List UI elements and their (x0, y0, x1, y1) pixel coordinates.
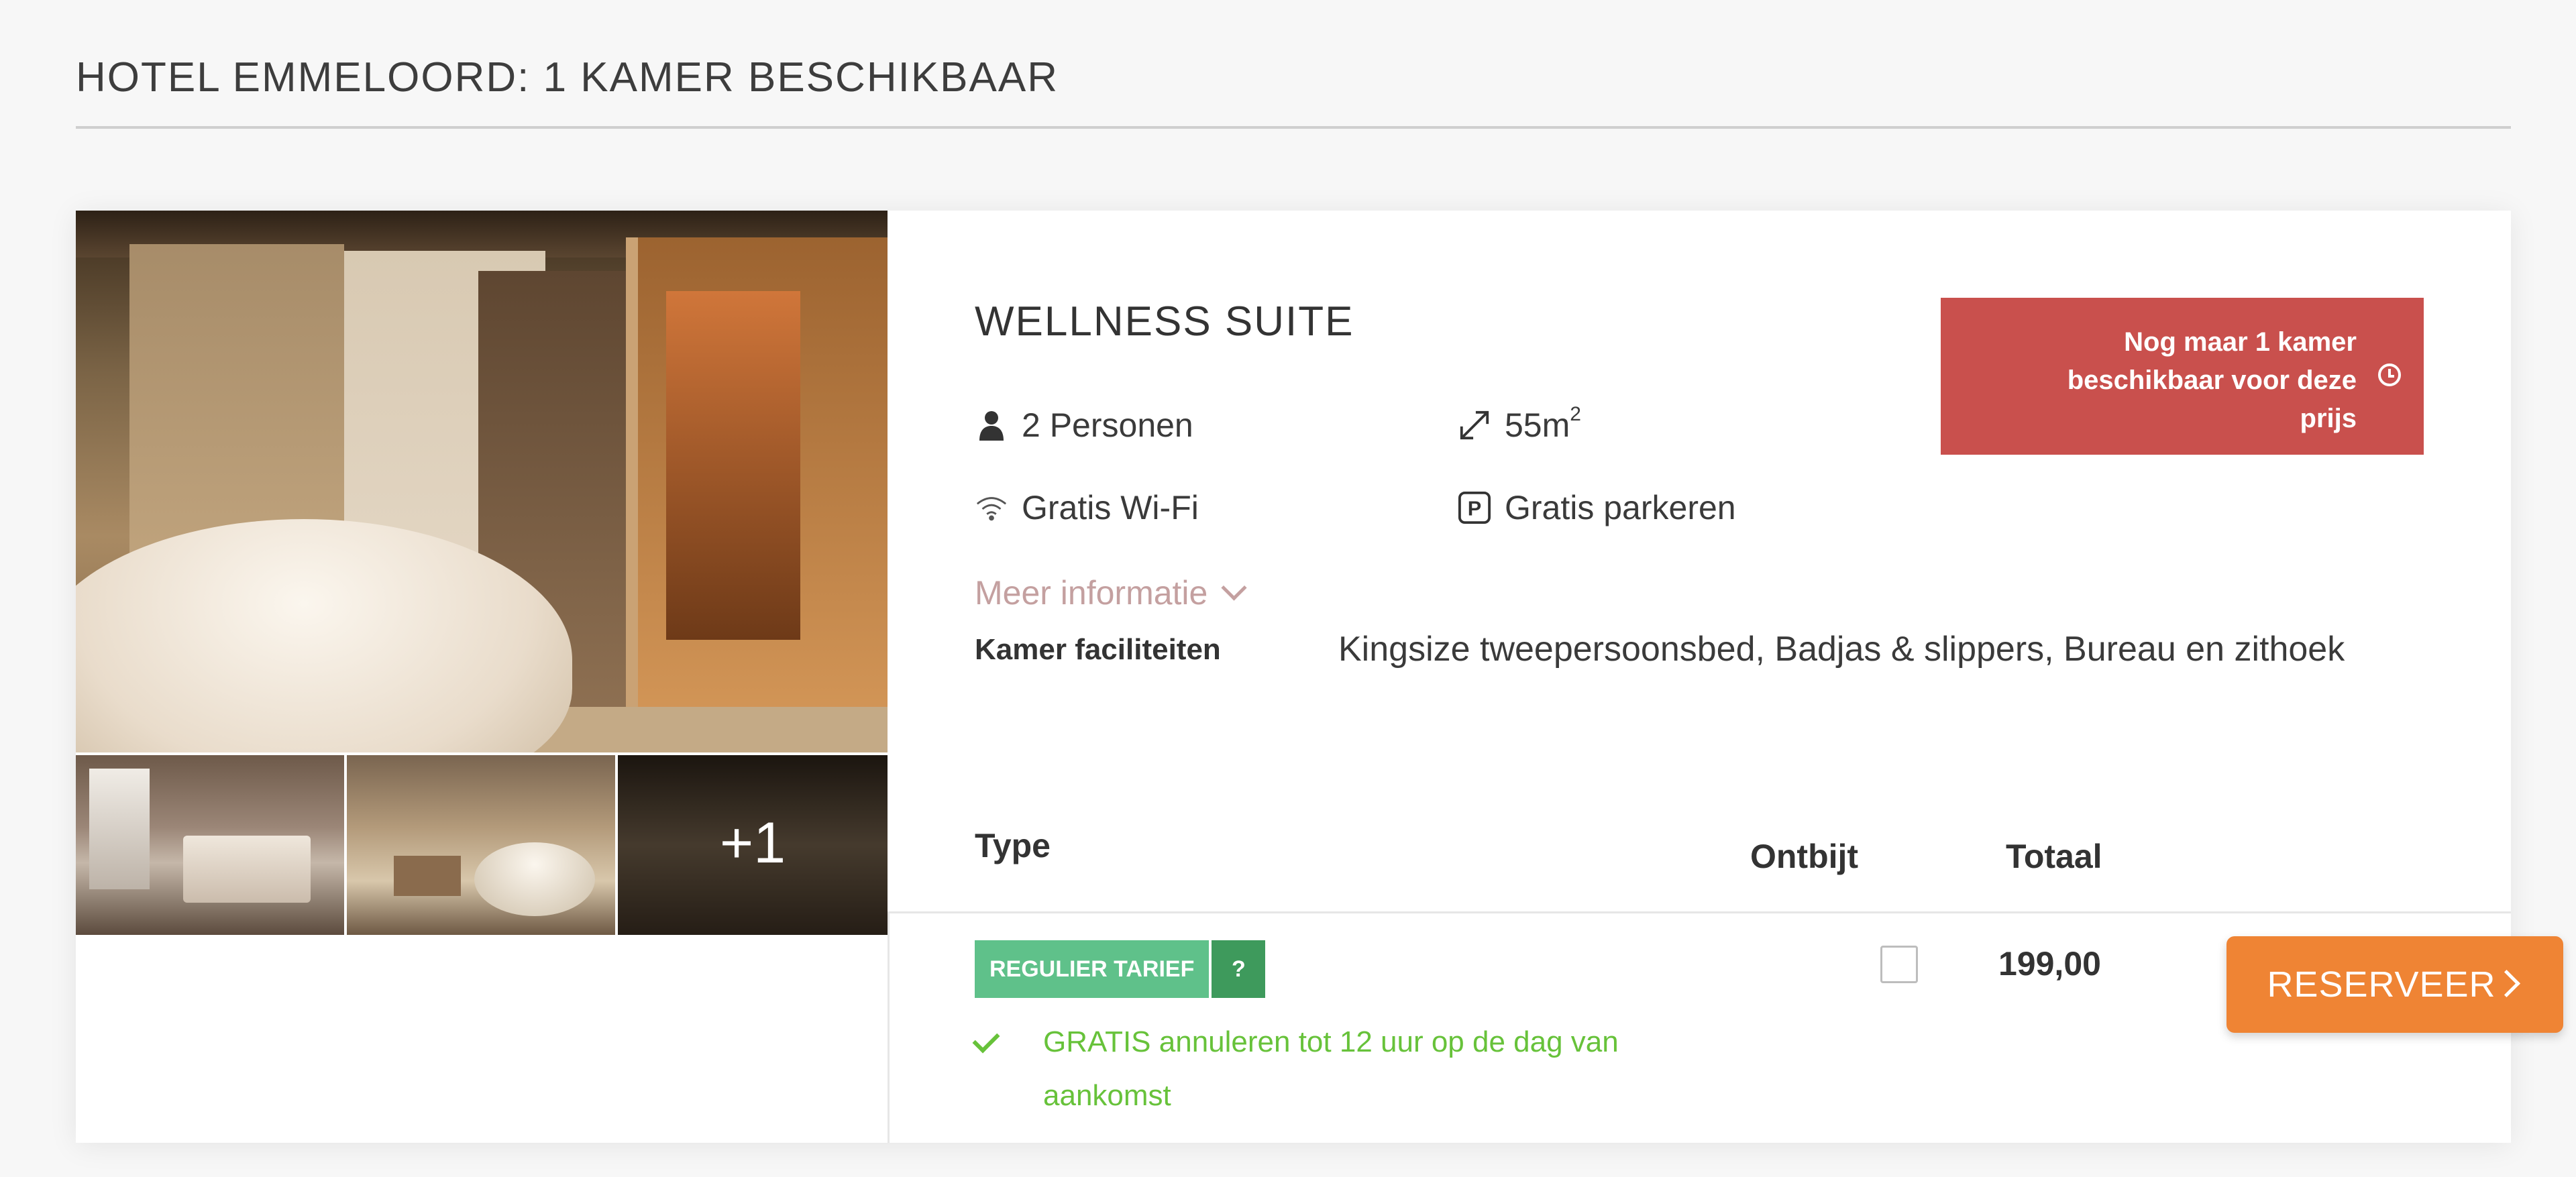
availability-alert-line: Nog maar 1 kamer (2124, 327, 2357, 357)
cancellation-policy: GRATIS annuleren tot 12 uur op de dag va… (972, 1015, 1676, 1123)
rate-type-badge: REGULIER TARIEF ? (975, 940, 1266, 998)
feature-size: 55m2 (1458, 403, 1581, 445)
photo-sauna-interior (666, 291, 800, 640)
more-photos-count: +1 (719, 811, 786, 875)
person-icon (975, 408, 1008, 442)
main-room-photo[interactable] (76, 211, 888, 752)
resize-arrows-icon (1458, 408, 1491, 442)
column-divider (888, 911, 890, 1143)
chevron-down-icon (1221, 574, 1247, 601)
thumbnail-photo-more[interactable]: +1 (618, 755, 888, 935)
rate-type-label: REGULIER TARIEF (975, 940, 1210, 998)
parking-icon: P (1458, 491, 1491, 524)
availability-alert-line: beschikbaar voor deze (2067, 366, 2357, 395)
page-header: HOTEL EMMELOORD: 1 KAMER BESCHIKBAAR (76, 48, 2511, 129)
photo-sink (394, 856, 461, 896)
room-title: WELLNESS SUITE (975, 298, 1354, 345)
column-header-total: Totaal (2006, 838, 2102, 875)
thumbnail-photo-bedroom[interactable] (76, 755, 344, 935)
feature-parking-label: Gratis parkeren (1505, 489, 1736, 526)
feature-wifi-label: Gratis Wi-Fi (1022, 489, 1199, 526)
photo-window (89, 769, 150, 889)
availability-alert: Nog maar 1 kamer beschikbaar voor deze p… (1941, 298, 2424, 455)
cancellation-text: GRATIS annuleren tot 12 uur op de dag va… (1043, 1025, 1619, 1112)
breakfast-checkbox[interactable] (1880, 946, 1918, 983)
feature-wifi: Gratis Wi-Fi (975, 488, 1199, 528)
feature-size-unit-exponent: 2 (1570, 403, 1581, 425)
photo-bed (183, 836, 311, 903)
feature-size-label: 55m2 (1505, 403, 1581, 445)
chevron-right-icon (2492, 969, 2521, 998)
reserve-button[interactable]: RESERVEER (2226, 936, 2563, 1033)
more-info-toggle[interactable]: Meer informatie (975, 573, 1247, 613)
feature-persons: 2 Personen (975, 405, 1193, 445)
table-divider (888, 911, 2511, 913)
column-header-type: Type (975, 827, 1051, 864)
svg-text:P: P (1468, 497, 1482, 520)
feature-persons-label: 2 Personen (1022, 406, 1193, 444)
facilities-value: Kingsize tweepersoonsbed, Badjas & slipp… (1338, 630, 2345, 669)
rate-help-button[interactable]: ? (1212, 940, 1266, 998)
thumbnail-photo-bathroom[interactable] (347, 755, 615, 935)
clock-icon (2378, 363, 2401, 386)
availability-alert-line: prijs (2300, 404, 2357, 433)
wifi-icon (975, 491, 1008, 524)
facilities-label: Kamer faciliteiten (975, 633, 1221, 666)
room-card: +1 WELLNESS SUITE 2 Personen 55m2 Gratis… (76, 211, 2563, 1143)
page-title: HOTEL EMMELOORD: 1 KAMER BESCHIKBAAR (76, 54, 1059, 101)
total-price: 199,00 (1998, 945, 2101, 983)
more-info-label: Meer informatie (975, 574, 1208, 612)
reserve-button-label: RESERVEER (2267, 964, 2496, 1005)
feature-parking: P Gratis parkeren (1458, 488, 1736, 528)
feature-size-value: 55m (1505, 406, 1570, 444)
photo-bathtub (474, 842, 595, 916)
column-header-breakfast: Ontbijt (1750, 838, 1859, 875)
